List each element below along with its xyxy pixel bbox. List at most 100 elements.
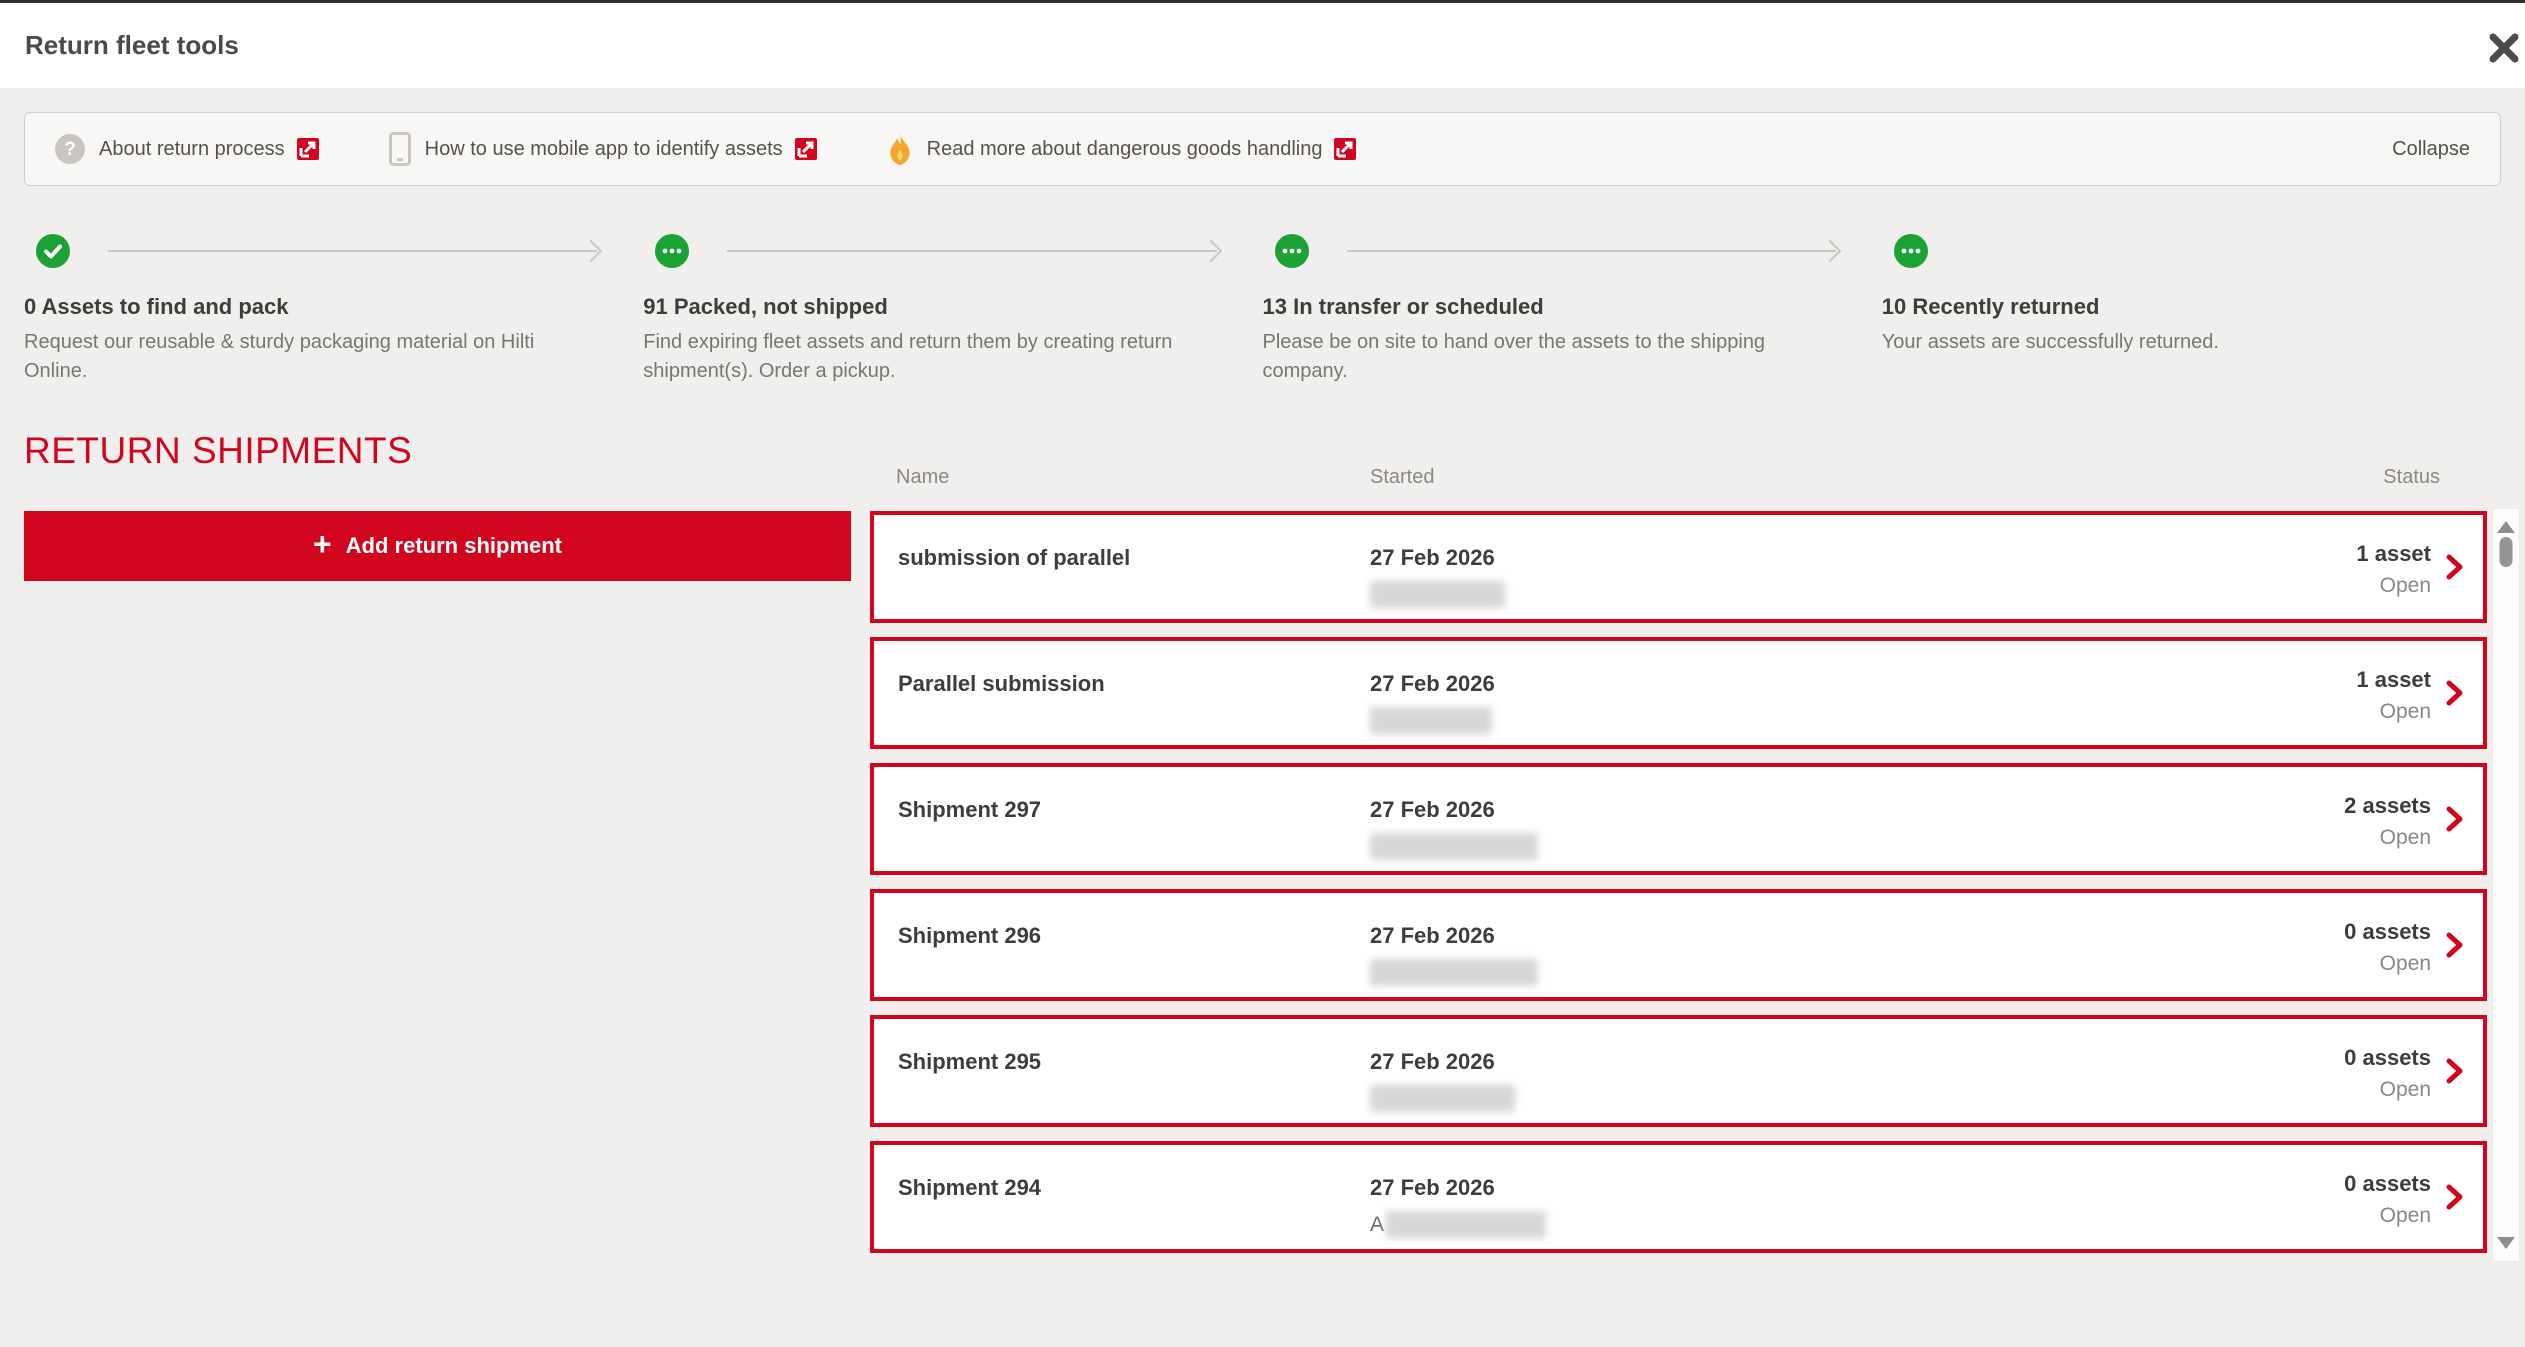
mobile-phone-icon <box>389 132 411 166</box>
question-circle-icon: ? <box>55 134 85 164</box>
column-header-started: Started <box>1370 466 1434 489</box>
chevron-right-icon[interactable] <box>2445 805 2465 833</box>
shipment-status: 1 asset Open <box>2356 667 2431 724</box>
step-in-transfer: 13 In transfer or scheduled Please be on… <box>1263 234 1882 386</box>
asset-count: 0 assets <box>2344 1045 2431 1071</box>
external-link-icon <box>795 138 817 160</box>
add-return-shipment-label: Add return shipment <box>346 533 562 559</box>
step-assets-to-find: 0 Assets to find and pack Request our re… <box>24 234 643 386</box>
status-label: Open <box>2344 1204 2431 1228</box>
shipment-name: Shipment 296 <box>898 923 1041 949</box>
ellipsis-circle-icon <box>655 234 689 268</box>
step-description: Please be on site to hand over the asset… <box>1263 328 1768 386</box>
shipment-status: 0 assets Open <box>2344 1171 2431 1228</box>
scroll-up-icon[interactable] <box>2497 521 2515 533</box>
ellipsis-circle-icon <box>1894 234 1928 268</box>
shipment-row[interactable]: submission of parallel 27 Feb 2026 1 ass… <box>870 511 2487 623</box>
shipment-started: 27 Feb 2026 <box>1370 923 1538 986</box>
shipment-status: 1 asset Open <box>2356 541 2431 598</box>
asset-count: 0 assets <box>2344 1171 2431 1197</box>
dialog-title: Return fleet tools <box>25 30 239 61</box>
status-label: Open <box>2356 574 2431 598</box>
column-header-name: Name <box>896 466 949 489</box>
shipment-row[interactable]: Shipment 297 27 Feb 2026 2 assets Open <box>870 763 2487 875</box>
plus-icon: + <box>313 528 332 560</box>
redacted-text <box>1370 1085 1515 1112</box>
shipment-started: 27 Feb 2026 <box>1370 797 1538 860</box>
step-title: 13 In transfer or scheduled <box>1263 294 1882 320</box>
redacted-text <box>1370 959 1538 986</box>
info-link-label: About return process <box>99 138 285 161</box>
shipment-status: 2 assets Open <box>2344 793 2431 850</box>
collapse-button[interactable]: Collapse <box>2392 138 2470 161</box>
shipment-status: 0 assets Open <box>2344 1045 2431 1102</box>
asset-count: 2 assets <box>2344 793 2431 819</box>
svg-text:?: ? <box>64 139 76 160</box>
shipment-row[interactable]: Shipment 295 27 Feb 2026 0 assets Open <box>870 1015 2487 1127</box>
status-label: Open <box>2356 700 2431 724</box>
step-connector-arrow <box>727 250 1216 252</box>
chevron-right-icon[interactable] <box>2445 931 2465 959</box>
check-circle-icon <box>36 234 70 268</box>
shipment-row[interactable]: Shipment 296 27 Feb 2026 0 assets Open <box>870 889 2487 1001</box>
info-link-about-return-process[interactable]: ? About return process <box>55 134 319 164</box>
ellipsis-circle-icon <box>1275 234 1309 268</box>
asset-count: 1 asset <box>2356 541 2431 567</box>
step-recently-returned: 10 Recently returned Your assets are suc… <box>1882 234 2501 386</box>
shipment-started: 27 Feb 2026 <box>1370 545 1505 608</box>
redacted-text-prefix: A <box>1370 1213 1384 1237</box>
scroll-down-icon[interactable] <box>2497 1237 2515 1249</box>
info-bar: ? About return process How to use mobile… <box>24 112 2501 186</box>
step-description: Your assets are successfully returned. <box>1882 328 2501 357</box>
shipment-name: Parallel submission <box>898 671 1105 697</box>
shipment-name: submission of parallel <box>898 545 1130 571</box>
shipment-name: Shipment 295 <box>898 1049 1041 1075</box>
add-return-shipment-button[interactable]: + Add return shipment <box>24 511 851 581</box>
step-description: Find expiring fleet assets and return th… <box>643 328 1208 386</box>
step-connector-arrow <box>108 250 597 252</box>
chevron-right-icon[interactable] <box>2445 679 2465 707</box>
info-link-label: How to use mobile app to identify assets <box>425 138 783 161</box>
scrollbar-thumb[interactable] <box>2500 537 2513 567</box>
asset-count: 0 assets <box>2344 919 2431 945</box>
vertical-scrollbar[interactable] <box>2492 508 2520 1262</box>
redacted-text <box>1370 581 1505 608</box>
chevron-right-icon[interactable] <box>2445 553 2465 581</box>
step-title: 91 Packed, not shipped <box>643 294 1262 320</box>
shipment-name: Shipment 297 <box>898 797 1041 823</box>
redacted-text <box>1386 1211 1546 1238</box>
shipment-row[interactable]: Shipment 294 27 Feb 2026 A 0 assets Open <box>870 1141 2487 1253</box>
external-link-icon <box>1334 138 1356 160</box>
return-fleet-tools-dialog: Return fleet tools ? About return proces… <box>0 0 2525 1347</box>
flame-icon <box>887 132 913 166</box>
status-label: Open <box>2344 952 2431 976</box>
shipment-started: 27 Feb 2026 <box>1370 1049 1515 1112</box>
chevron-right-icon[interactable] <box>2445 1183 2465 1211</box>
step-description: Request our reusable & sturdy packaging … <box>24 328 584 386</box>
return-process-steps: 0 Assets to find and pack Request our re… <box>24 234 2501 386</box>
status-label: Open <box>2344 826 2431 850</box>
status-label: Open <box>2344 1078 2431 1102</box>
redacted-text <box>1370 707 1492 734</box>
return-shipments-title: RETURN SHIPMENTS <box>24 430 412 472</box>
shipment-status: 0 assets Open <box>2344 919 2431 976</box>
info-link-mobile-app[interactable]: How to use mobile app to identify assets <box>389 132 817 166</box>
shipments-list: submission of parallel 27 Feb 2026 1 ass… <box>870 511 2487 1267</box>
shipment-row[interactable]: Parallel submission 27 Feb 2026 1 asset … <box>870 637 2487 749</box>
step-title: 0 Assets to find and pack <box>24 294 643 320</box>
column-header-status: Status <box>2383 466 2440 489</box>
close-icon[interactable] <box>2487 31 2521 65</box>
redacted-text <box>1370 833 1538 860</box>
dialog-header: Return fleet tools <box>0 3 2525 88</box>
chevron-right-icon[interactable] <box>2445 1057 2465 1085</box>
info-link-dangerous-goods[interactable]: Read more about dangerous goods handling <box>887 132 1357 166</box>
step-title: 10 Recently returned <box>1882 294 2501 320</box>
shipment-started: 27 Feb 2026 A <box>1370 1175 1546 1238</box>
step-packed-not-shipped: 91 Packed, not shipped Find expiring fle… <box>643 234 1262 386</box>
asset-count: 1 asset <box>2356 667 2431 693</box>
shipment-started: 27 Feb 2026 <box>1370 671 1495 734</box>
shipment-name: Shipment 294 <box>898 1175 1041 1201</box>
step-connector-arrow <box>1347 250 1836 252</box>
info-link-label: Read more about dangerous goods handling <box>927 138 1323 161</box>
external-link-icon <box>297 138 319 160</box>
